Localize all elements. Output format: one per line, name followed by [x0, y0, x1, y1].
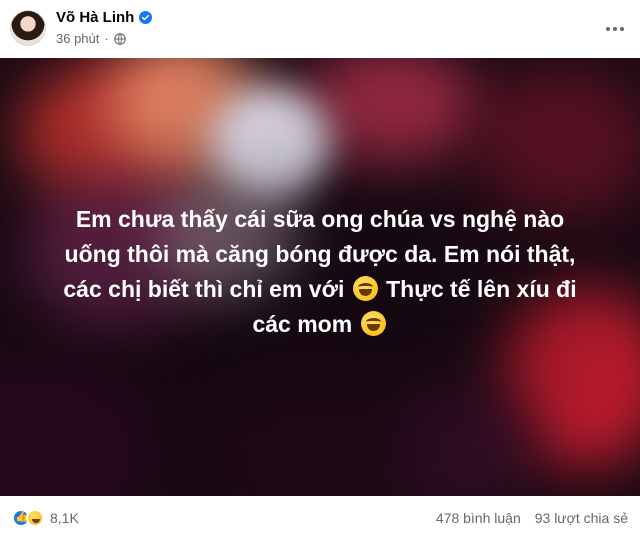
post-text: Em chưa thấy cái sữa ong chúa vs nghệ nà…: [30, 202, 610, 342]
post-text-fragment: các chị biết thì chỉ em với: [63, 276, 345, 302]
grinning-squinting-face-icon: [352, 276, 378, 301]
post-stats: 478 bình luận 93 lượt chia sẻ: [436, 510, 628, 526]
post-meta: 36 phút ·: [56, 31, 126, 46]
reaction-count[interactable]: 8,1K: [50, 510, 79, 526]
more-dot-icon: [613, 27, 617, 31]
post-text-fragment: Thực tế lên xíu đi: [386, 276, 577, 302]
haha-reaction-icon: [26, 508, 44, 527]
post-text-line: Em chưa thấy cái sữa ong chúa vs nghệ nà…: [75, 206, 565, 232]
share-count[interactable]: 93 lượt chia sẻ: [535, 510, 628, 526]
more-dot-icon: [620, 27, 624, 31]
post-footer: 8,1K 478 bình luận 93 lượt chia sẻ: [0, 496, 640, 539]
post-text-line: uống thôi mà căng bóng được da. Em nói t…: [64, 241, 576, 267]
dot-separator: ·: [104, 31, 109, 46]
post-header: Võ Hà Linh 36 phút ·: [0, 0, 640, 58]
more-dot-icon: [606, 27, 610, 31]
author-name[interactable]: Võ Hà Linh: [56, 9, 134, 26]
reaction-icons: [12, 508, 44, 527]
reactions-summary[interactable]: 8,1K: [12, 508, 79, 527]
avatar[interactable]: [10, 10, 46, 46]
more-options-button[interactable]: [600, 14, 630, 44]
grinning-squinting-face-icon: [360, 311, 386, 336]
post-time[interactable]: 36 phút: [56, 31, 99, 46]
author-row: Võ Hà Linh: [56, 9, 153, 26]
comment-count[interactable]: 478 bình luận: [436, 510, 521, 526]
post-text-line: các chị biết thì chỉ em với Thực tế lên …: [30, 272, 610, 307]
verified-badge-icon: [139, 11, 153, 24]
post-image[interactable]: Em chưa thấy cái sữa ong chúa vs nghệ nà…: [0, 58, 640, 496]
globe-icon[interactable]: [113, 32, 126, 45]
post-text-line: các mom: [30, 307, 610, 342]
post-text-fragment: các mom: [252, 311, 353, 337]
